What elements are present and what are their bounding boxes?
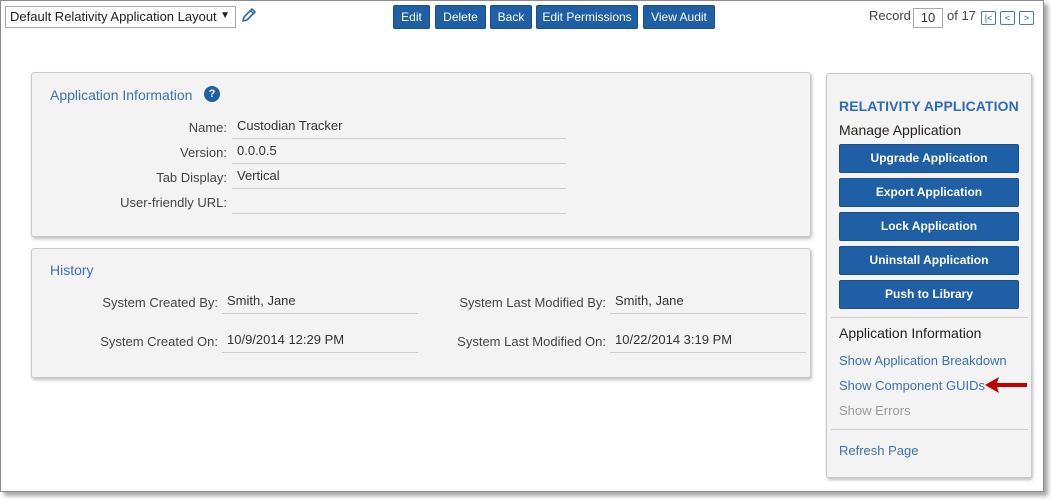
record-number-input[interactable]: 10 [913,8,943,28]
side-panel-divider-bottom [831,429,1028,430]
relativity-application-heading: RELATIVITY APPLICATION [839,98,1019,114]
created-on-value: 10/9/2014 12:29 PM [222,332,418,353]
application-info-title: Application Information [50,87,193,103]
back-button[interactable]: Back [490,5,532,29]
show-application-breakdown-link[interactable]: Show Application Breakdown [839,353,1007,368]
name-value: Custodian Tracker [232,118,566,139]
user-friendly-url-label: User-friendly URL: [120,195,227,210]
user-friendly-url-value [232,193,566,214]
view-audit-button[interactable]: View Audit [643,5,715,29]
modified-by-value: Smith, Jane [610,293,806,314]
edit-permissions-button[interactable]: Edit Permissions [536,5,638,29]
manage-application-title: Manage Application [839,122,962,138]
lock-application-button[interactable]: Lock Application [839,212,1019,241]
refresh-page-link[interactable]: Refresh Page [839,443,919,458]
push-to-library-button[interactable]: Push to Library [839,280,1019,309]
help-icon[interactable]: ? [204,86,220,102]
history-title: History [50,262,94,278]
name-label: Name: [188,120,227,135]
version-label: Version: [180,145,227,160]
upgrade-application-button[interactable]: Upgrade Application [839,144,1019,173]
modified-on-value: 10/22/2014 3:19 PM [610,332,806,353]
tab-display-value: Vertical [232,168,566,189]
previous-record-button[interactable]: < [1000,11,1015,25]
side-panel-divider [831,317,1028,318]
layout-select-value: Default Relativity Application Layout [10,9,217,24]
record-label: Record [869,8,911,23]
application-information-subtitle: Application Information [839,325,982,341]
uninstall-application-button[interactable]: Uninstall Application [839,246,1019,275]
created-on-label: System Created On: [100,334,218,349]
record-total: of 17 [947,8,976,23]
red-arrow-icon [985,377,1027,393]
pencil-icon[interactable] [240,6,258,24]
show-component-guids-link[interactable]: Show Component GUIDs [839,378,985,393]
delete-button[interactable]: Delete [435,5,486,29]
created-by-label: System Created By: [102,295,218,310]
modified-on-label: System Last Modified On: [457,334,606,349]
chevron-down-icon: ▼ [220,10,230,21]
created-by-value: Smith, Jane [222,293,418,314]
export-application-button[interactable]: Export Application [839,178,1019,207]
modified-by-label: System Last Modified By: [459,295,606,310]
first-record-button[interactable]: |< [981,11,996,25]
version-value: 0.0.0.5 [232,143,566,164]
layout-select[interactable]: Default Relativity Application Layout ▼ [5,6,236,28]
edit-button[interactable]: Edit [393,5,430,29]
next-record-button[interactable]: > [1019,11,1034,25]
show-errors-link: Show Errors [839,403,911,418]
tab-display-label: Tab Display: [156,170,227,185]
application-window: Default Relativity Application Layout ▼ … [0,0,1044,492]
